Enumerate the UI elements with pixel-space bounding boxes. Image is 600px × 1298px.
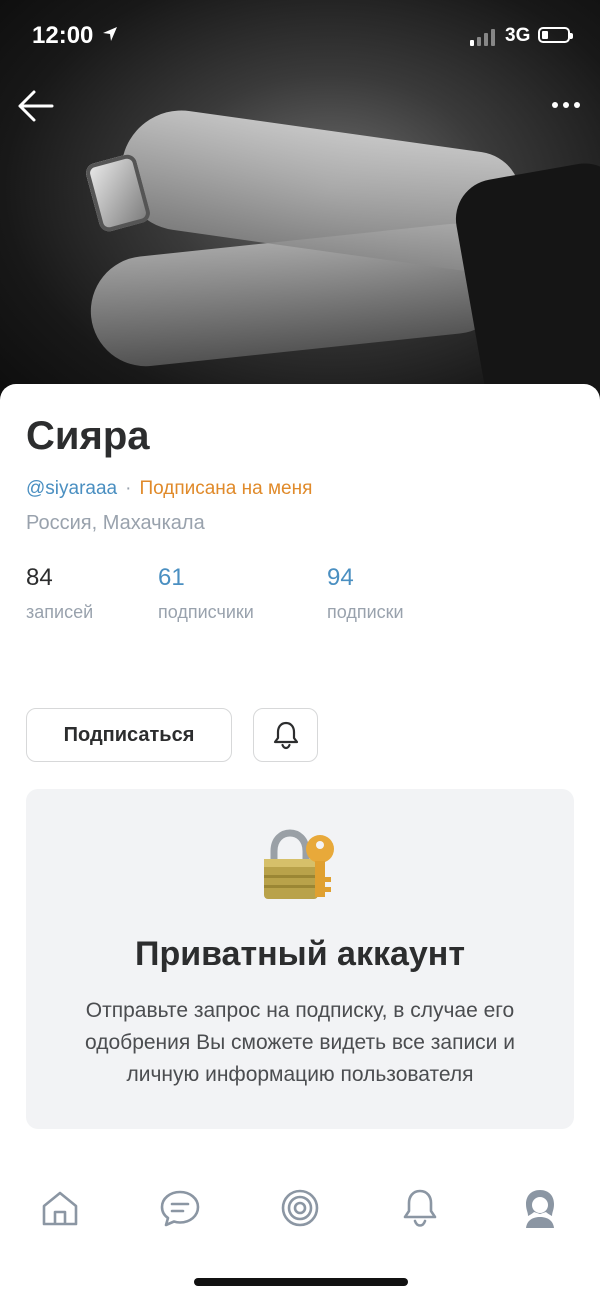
notify-button[interactable] (253, 708, 318, 762)
status-time: 12:00 (32, 22, 94, 49)
home-indicator[interactable] (194, 1278, 408, 1286)
private-account-text: Отправьте запрос на подписку, в случае е… (85, 999, 515, 1086)
network-type: 3G (505, 25, 531, 46)
messages-icon[interactable] (158, 1186, 202, 1230)
stat-following[interactable]: 94 подписки (327, 564, 404, 623)
stat-following-value: 94 (327, 564, 354, 591)
stat-posts-value: 84 (26, 564, 53, 591)
private-account-notice: Приватный аккаунт Отправьте запрос на по… (26, 789, 574, 1129)
profile-handle-row: @siyaraaa · Подписана на меня (26, 478, 312, 500)
profile-name: Сияра (26, 414, 150, 458)
battery-icon (538, 27, 573, 43)
status-bar: 12:00 3G (0, 0, 600, 72)
more-dots-icon[interactable] (548, 90, 584, 120)
stat-following-label: подписки (327, 602, 404, 622)
signal-strength-icon (470, 28, 495, 46)
profile-handle[interactable]: @siyaraaa (26, 478, 117, 499)
cover-sleeve (449, 157, 600, 420)
stat-followers[interactable]: 61 подписчики (158, 564, 254, 623)
home-icon[interactable] (38, 1186, 82, 1230)
stat-posts-label: записей (26, 602, 94, 622)
stat-posts[interactable]: 84 записей (26, 564, 93, 623)
notifications-icon[interactable] (398, 1186, 442, 1230)
stat-followers-value: 61 (158, 564, 185, 591)
stat-followers-label: подписчики (158, 602, 254, 622)
discover-icon[interactable] (278, 1186, 322, 1230)
private-account-title: Приватный аккаунт (135, 935, 465, 973)
location-arrow-icon (103, 27, 117, 41)
profile-card: Сияра @siyaraaa · Подписана на меня Россия… (0, 384, 600, 1298)
lock-key-icon (264, 829, 334, 899)
follow-button[interactable]: Подписаться (26, 708, 232, 762)
follows-me-badge: Подписана на меня (139, 478, 313, 499)
bell-icon (273, 721, 298, 750)
profile-location: Россия, Махачкала (26, 512, 205, 534)
bottom-tab-bar (0, 1176, 600, 1246)
back-arrow-icon[interactable] (16, 88, 56, 124)
profile-icon[interactable] (518, 1186, 562, 1230)
separator-dot: · (125, 478, 132, 499)
